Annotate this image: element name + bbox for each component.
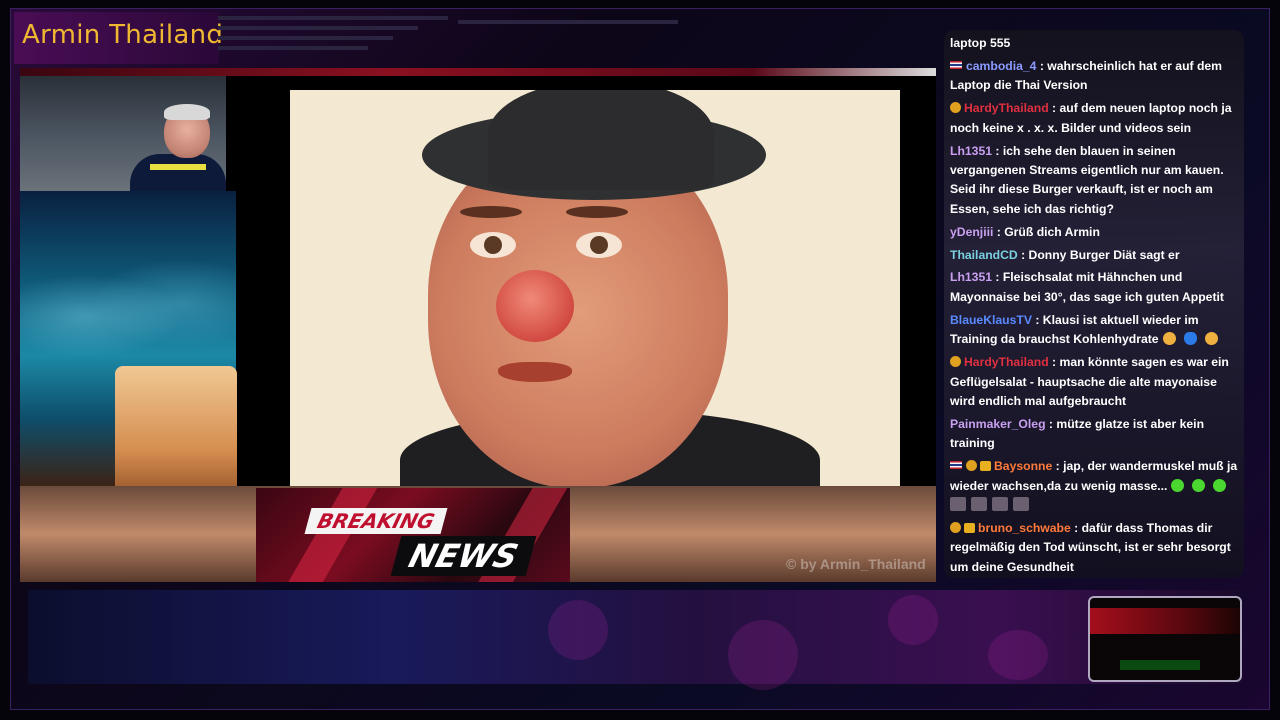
laugh-emote-icon [1162,332,1176,346]
subscriber-badge-icon [980,461,991,472]
subscriber-badge-icon [964,522,975,533]
chat-text: : Fleischsalat mit Hähnchen und Mayonnai… [950,270,1224,304]
emote-icon [1013,496,1029,511]
info-badge-icon [966,460,977,472]
chat-username[interactable]: ThailandCD [950,248,1018,262]
webcam-person-hair [164,104,210,120]
chat-text: : Grüß dich Armin [993,224,1100,239]
breaking-label: BREAKING [304,508,448,534]
emote-row [950,496,1242,515]
chat-text: : ich sehe den blauen in seinen vergange… [950,143,1224,216]
bokeh-light [888,595,938,645]
chat-message: Painmaker_Oleg : mütze glatze ist aber k… [950,415,1242,454]
info-badge-icon [950,521,961,533]
green-emote-icon [1171,478,1185,492]
flag-icon [950,60,962,69]
webcam-shirt-stripe [150,164,206,170]
studio-world-map [20,251,236,381]
chat-username[interactable]: BlaueKlausTV [950,313,1032,327]
breaking-news-banner: BREAKING NEWS [256,488,570,582]
cartoon-right-eye [576,232,622,258]
webcam-person-body [130,154,226,191]
chat-message: laptop 555 [950,34,1242,53]
bokeh-light [728,620,798,690]
flag-icon [950,461,962,470]
chat-message: Lh1351 : ich sehe den blauen in seinen v… [950,142,1242,220]
chat-username[interactable]: HardyThailand [964,355,1049,369]
chat-username[interactable]: bruno_schwabe [978,521,1071,535]
chat-username[interactable]: Lh1351 [950,144,992,158]
chat-message: cambodia_4 : wahrscheinlich hat er auf d… [950,57,1242,96]
cartoon-mouth [498,362,572,382]
bokeh-light [548,600,608,660]
channel-title: Armin Thailand [22,20,224,50]
chat-message: BlaueKlausTV : Klausi ist aktuell wieder… [950,311,1242,350]
chat-username[interactable]: HardyThailand [964,101,1049,115]
cartoon-right-brow [566,206,628,218]
info-badge-icon [950,102,961,114]
monitor-preview [1088,596,1242,682]
emote-icon [992,496,1008,511]
chat-username[interactable]: Baysonne [994,459,1052,473]
emote-icon [950,496,966,511]
chat-message: HardyThailand : man könnte sagen es war … [950,353,1242,411]
cartoon-left-eye [470,232,516,258]
studio-desk [115,366,237,506]
webcam-feed [20,76,226,191]
chat-username[interactable]: Lh1351 [950,270,992,284]
chat-message: Lh1351 : Fleischsalat mit Hähnchen und M… [950,268,1242,307]
emote-icon [971,496,987,511]
laugh-emote-icon [1204,332,1218,346]
chat-message: bruno_schwabe : dafür dass Thomas dir re… [950,519,1242,577]
chat-username[interactable]: Painmaker_Oleg [950,417,1046,431]
green-emote-icon [1192,478,1206,492]
info-badge-icon [950,356,961,368]
bokeh-light [988,630,1048,680]
heart-emote-icon [1183,332,1197,346]
chat-username[interactable]: cambodia_4 [966,59,1036,73]
chat-message: HardyThailand : auf dem neuen laptop noc… [950,99,1242,138]
chat-message: yDenjiii : Grüß dich Armin [950,223,1242,242]
chat-panel[interactable]: laptop 555 cambodia_4 : wahrscheinlich ha… [944,30,1244,578]
header-strip [20,68,936,76]
chat-message-list: laptop 555 cambodia_4 : wahrscheinlich ha… [950,34,1242,578]
bottom-banner [28,590,1240,690]
chat-message: Baysonne : jap, der wandermuskel muß ja … [950,457,1242,515]
chat-message: ThailandCD : Donny Burger Diät sagt er [950,246,1242,265]
watermark: © by Armin_Thailand [786,556,926,572]
green-emote-icon [1213,478,1227,492]
title-decoration [218,14,718,64]
chat-text: laptop 555 [950,36,1011,50]
chat-username[interactable]: yDenjiii [950,225,993,239]
video-stage: BREAKING NEWS © by Armin_Thailand [20,76,936,582]
cartoon-nose [496,270,574,342]
cartoon-video [290,90,900,486]
cartoon-left-brow [460,206,522,218]
cartoon-hat-crown [488,90,714,190]
news-label: NEWS [390,536,537,576]
chat-text: : Donny Burger Diät sagt er [1017,247,1180,262]
